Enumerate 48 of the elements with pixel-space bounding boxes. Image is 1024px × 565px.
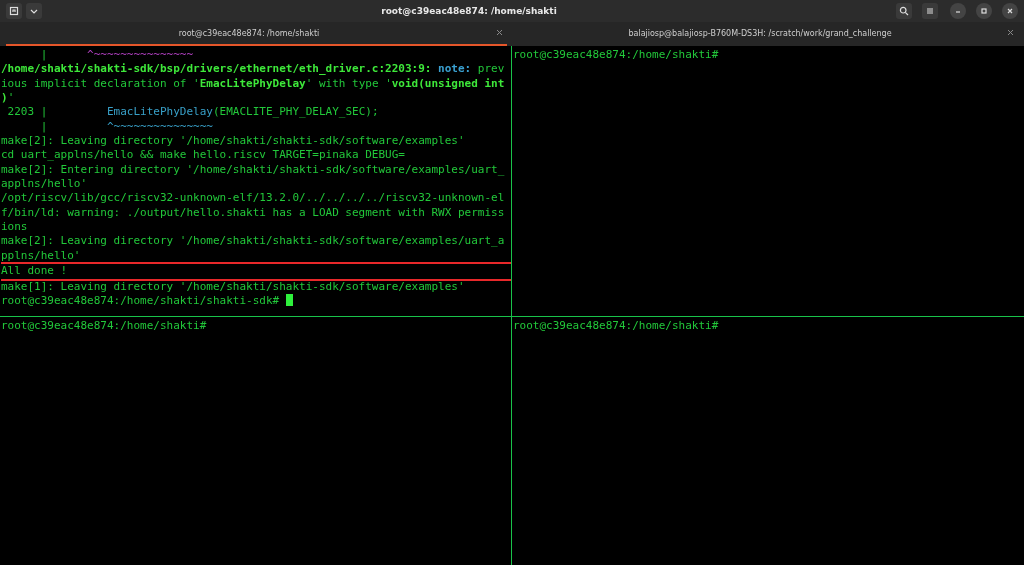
terminal-text: ) — [1, 91, 8, 105]
terminal-tab[interactable]: balajiosp@balajiosp-B760M-DS3H: /scratch/work/grand_challenge — [517, 22, 1018, 46]
terminal-text: void(unsigned int — [391, 76, 505, 90]
terminal-text: prev — [476, 62, 505, 76]
terminal-text: root@c39eac48e874:/home/shakti# — [1, 319, 207, 332]
terminal-text: f/bin/ld: warning: ./output/hello.shakti has a LOAD segment with RWX permiss — [1, 205, 505, 219]
window-title: root@c39eac48e874: /home/shakti — [380, 6, 558, 16]
terminal-text: cd uart_applns/hello && make hello.riscv TARGET=pinaka DEBUG= — [1, 148, 405, 162]
terminal-text: EmacLitePhyDelay — [199, 76, 306, 90]
terminal-text: make[2]: Leaving directory '/home/shakti/shakti-sdk/software/examples/uart_a — [1, 234, 505, 248]
terminal-text: pplns/hello' — [1, 248, 81, 262]
minimize-button[interactable] — [950, 3, 966, 19]
maximize-icon — [979, 6, 989, 16]
terminal-text: note: — [438, 62, 472, 76]
search-button[interactable] — [896, 3, 912, 19]
maximize-button[interactable] — [976, 3, 992, 19]
search-icon — [899, 6, 909, 16]
terminal-text: root@c39eac48e874:/home/shakti# — [513, 48, 719, 61]
close-button[interactable] — [1002, 3, 1018, 19]
close-icon — [1005, 6, 1015, 16]
terminal-text: ^~~~~~~~~~~~~~~~ — [106, 119, 213, 133]
terminal-text: 2203 | — [6, 105, 49, 119]
terminal-text: All done ! — [1, 264, 68, 278]
terminal-text: ^~~~~~~~~~~~~~~~ — [87, 48, 194, 61]
dropdown-button[interactable] — [26, 3, 42, 19]
terminal-text: make[2]: Entering directory '/home/shakti/shakti-sdk/software/examples/uart_ — [1, 162, 505, 176]
terminal-text: ious implicit declaration of ' — [1, 76, 200, 90]
menu-icon — [925, 6, 935, 16]
close-icon[interactable] — [496, 29, 503, 36]
terminal-text: EmacLitePhyDelay — [106, 105, 213, 119]
terminal-text: | — [39, 119, 49, 133]
new-tab-icon — [9, 6, 19, 16]
terminal-text: (EMACLITE_PHY_DELAY_SEC); — [212, 105, 379, 119]
terminal-text: root@c39eac48e874:/home/shakti/shakti-sdk# — [1, 293, 281, 307]
terminal-text: applns/hello' — [1, 177, 88, 191]
close-icon[interactable] — [1007, 29, 1014, 36]
new-tab-button[interactable] — [6, 3, 22, 19]
terminal-tab[interactable]: root@c39eac48e874: /home/shakti — [6, 22, 507, 46]
terminal-text: ' — [7, 91, 15, 105]
terminal-text: make[2]: Leaving directory '/home/shakti/shakti-sdk/software/examples' — [1, 134, 465, 148]
terminal-text: /opt/riscv/lib/gcc/riscv32-unknown-elf/13.2.0/../../../../riscv32-unknown-el — [1, 191, 505, 205]
terminal-text: ' with type ' — [305, 76, 392, 90]
menu-button[interactable] — [922, 3, 938, 19]
terminal-text: root@c39eac48e874:/home/shakti# — [513, 319, 719, 332]
terminal-text: make[1]: Leaving directory '/home/shakti/shakti-sdk/software/examples' — [1, 279, 465, 293]
terminal-text: | — [39, 48, 49, 61]
terminal-text: /home/shakti/shakti-sdk/bsp/drivers/ethernet/eth_driver.c:2203:9: — [1, 62, 433, 76]
terminal-text: ions — [1, 220, 28, 234]
